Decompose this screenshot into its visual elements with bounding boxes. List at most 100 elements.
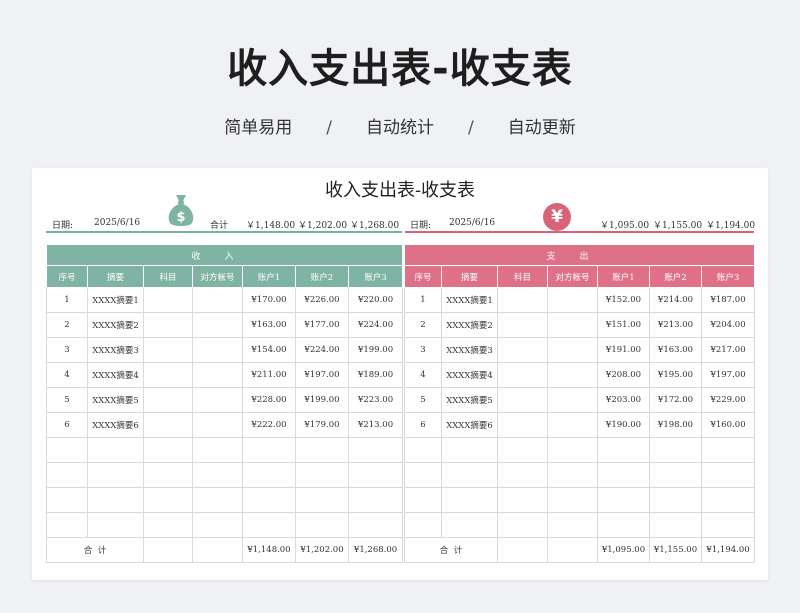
table-cell[interactable]: ¥187.00 — [700, 287, 756, 313]
table-cell[interactable] — [404, 462, 442, 488]
table-cell[interactable] — [547, 362, 598, 388]
table-cell[interactable] — [46, 437, 88, 463]
table-cell[interactable]: ¥197.00 — [295, 362, 349, 388]
table-cell[interactable] — [295, 437, 349, 463]
table-cell[interactable]: ¥226.00 — [295, 287, 349, 313]
table-cell[interactable] — [46, 512, 88, 538]
table-cell[interactable] — [242, 487, 296, 513]
table-cell[interactable] — [404, 512, 442, 538]
table-cell[interactable]: ¥189.00 — [347, 362, 404, 388]
table-cell[interactable]: ¥223.00 — [347, 387, 404, 413]
table-cell[interactable]: 5 — [404, 387, 442, 413]
table-cell[interactable] — [497, 537, 548, 563]
table-cell[interactable]: XXXX摘要3 — [441, 337, 498, 363]
table-cell[interactable]: ¥170.00 — [242, 287, 296, 313]
table-cell[interactable] — [143, 387, 193, 413]
table-cell[interactable] — [192, 287, 243, 313]
table-cell[interactable]: ¥220.00 — [347, 287, 404, 313]
table-cell[interactable] — [143, 462, 193, 488]
table-cell[interactable] — [87, 437, 144, 463]
table-cell[interactable]: 6 — [404, 412, 442, 438]
table-cell[interactable] — [192, 387, 243, 413]
table-cell[interactable] — [497, 512, 548, 538]
table-cell[interactable] — [547, 437, 598, 463]
table-cell[interactable] — [649, 437, 702, 463]
table-cell[interactable] — [700, 437, 756, 463]
table-cell[interactable] — [143, 287, 193, 313]
table-cell[interactable] — [700, 462, 756, 488]
table-cell[interactable]: ¥179.00 — [295, 412, 349, 438]
table-cell[interactable] — [143, 337, 193, 363]
table-cell[interactable]: XXXX摘要5 — [87, 387, 144, 413]
table-cell[interactable] — [497, 412, 548, 438]
table-cell[interactable] — [700, 512, 756, 538]
table-cell[interactable] — [547, 337, 598, 363]
table-cell[interactable]: XXXX摘要4 — [87, 362, 144, 388]
table-cell[interactable] — [497, 337, 548, 363]
table-cell[interactable] — [192, 362, 243, 388]
table-cell[interactable]: XXXX摘要4 — [441, 362, 498, 388]
table-cell[interactable]: ¥199.00 — [295, 387, 349, 413]
table-cell[interactable] — [192, 512, 243, 538]
table-cell[interactable] — [143, 412, 193, 438]
table-cell[interactable]: ¥228.00 — [242, 387, 296, 413]
table-cell[interactable] — [143, 487, 193, 513]
table-cell[interactable] — [347, 462, 404, 488]
table-cell[interactable]: XXXX摘要6 — [441, 412, 498, 438]
table-cell[interactable] — [597, 512, 650, 538]
table-cell[interactable] — [497, 287, 548, 313]
table-cell[interactable]: 5 — [46, 387, 88, 413]
table-cell[interactable] — [547, 462, 598, 488]
table-cell[interactable] — [700, 487, 756, 513]
table-cell[interactable]: ¥151.00 — [597, 312, 650, 338]
table-cell[interactable]: 2 — [404, 312, 442, 338]
table-cell[interactable]: XXXX摘要1 — [87, 287, 144, 313]
table-cell[interactable]: XXXX摘要6 — [87, 412, 144, 438]
table-cell[interactable] — [547, 312, 598, 338]
table-cell[interactable]: ¥213.00 — [347, 412, 404, 438]
table-cell[interactable]: ¥152.00 — [597, 287, 650, 313]
table-cell[interactable]: 4 — [46, 362, 88, 388]
table-cell[interactable] — [497, 387, 548, 413]
table-cell[interactable]: ¥190.00 — [597, 412, 650, 438]
table-cell[interactable] — [242, 512, 296, 538]
table-cell[interactable] — [497, 437, 548, 463]
table-cell[interactable] — [46, 487, 88, 513]
table-cell[interactable]: 4 — [404, 362, 442, 388]
table-cell[interactable] — [143, 362, 193, 388]
table-cell[interactable] — [497, 312, 548, 338]
table-cell[interactable]: XXXX摘要5 — [441, 387, 498, 413]
table-cell[interactable]: 6 — [46, 412, 88, 438]
table-cell[interactable]: ¥172.00 — [649, 387, 702, 413]
table-cell[interactable]: 3 — [404, 337, 442, 363]
table-cell[interactable] — [497, 487, 548, 513]
table-cell[interactable] — [497, 362, 548, 388]
table-cell[interactable]: ¥197.00 — [700, 362, 756, 388]
table-cell[interactable] — [547, 487, 598, 513]
table-cell[interactable]: ¥217.00 — [700, 337, 756, 363]
table-cell[interactable]: ¥229.00 — [700, 387, 756, 413]
table-cell[interactable]: 3 — [46, 337, 88, 363]
table-cell[interactable] — [87, 487, 144, 513]
table-cell[interactable] — [242, 437, 296, 463]
table-cell[interactable]: 2 — [46, 312, 88, 338]
table-cell[interactable] — [649, 487, 702, 513]
table-cell[interactable]: ¥198.00 — [649, 412, 702, 438]
table-cell[interactable] — [192, 437, 243, 463]
table-cell[interactable]: ¥224.00 — [347, 312, 404, 338]
table-cell[interactable] — [649, 462, 702, 488]
table-cell[interactable]: XXXX摘要2 — [87, 312, 144, 338]
table-cell[interactable]: XXXX摘要1 — [441, 287, 498, 313]
table-cell[interactable] — [347, 512, 404, 538]
table-cell[interactable] — [143, 437, 193, 463]
table-cell[interactable]: ¥203.00 — [597, 387, 650, 413]
table-cell[interactable] — [192, 412, 243, 438]
table-cell[interactable] — [192, 487, 243, 513]
table-cell[interactable] — [547, 412, 598, 438]
table-cell[interactable] — [547, 287, 598, 313]
table-cell[interactable]: ¥214.00 — [649, 287, 702, 313]
table-cell[interactable]: XXXX摘要2 — [441, 312, 498, 338]
table-cell[interactable] — [649, 512, 702, 538]
table-cell[interactable] — [295, 487, 349, 513]
table-cell[interactable] — [597, 437, 650, 463]
